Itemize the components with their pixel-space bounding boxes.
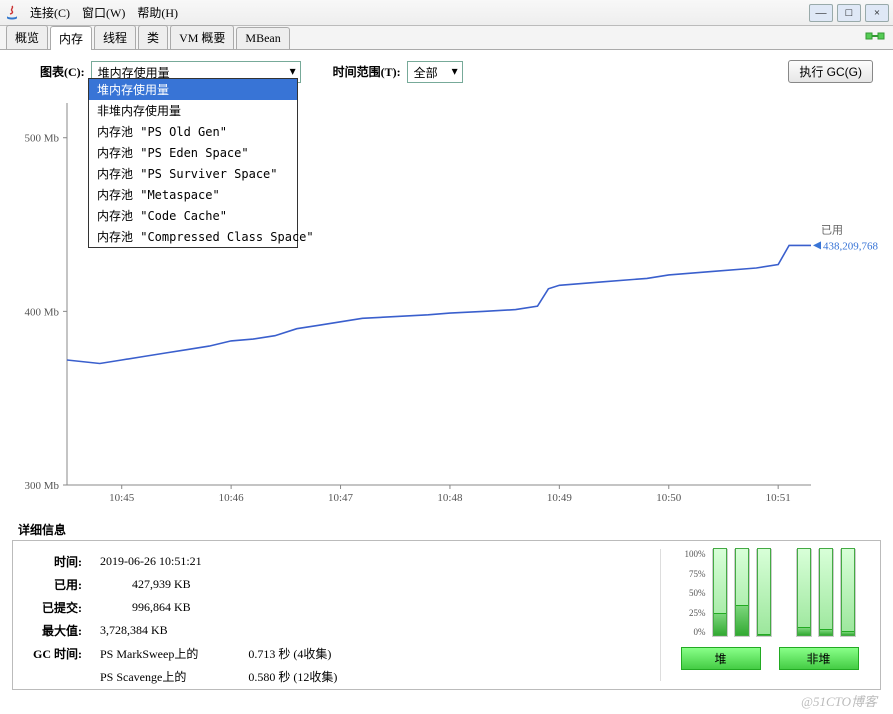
maximize-button[interactable]: □ <box>837 4 861 22</box>
detail-max-value: 3,728,384 KB <box>92 620 345 641</box>
detail-committed-value: 996,864 KB <box>92 597 345 618</box>
svg-text:已用: 已用 <box>821 224 843 236</box>
detail-gc2-value: 0.580 秒 (12收集) <box>208 666 345 687</box>
minimize-button[interactable]: — <box>809 4 833 22</box>
java-app-icon <box>4 5 20 21</box>
chart-label: 图表(C): <box>40 63 85 80</box>
details-table: 时间: 2019-06-26 10:51:21 已用: 427,939 KB 已… <box>23 549 660 681</box>
detail-used-label: 已用: <box>25 574 90 595</box>
bar-y-ticks: 100% 75% 50% 25% 0% <box>678 549 706 637</box>
tab-threads[interactable]: 线程 <box>94 25 136 49</box>
watermark: @51CTO博客 <box>801 691 877 710</box>
menu-bar: 连接(C) 窗口(W) 帮助(H) <box>26 2 809 23</box>
details-title: 详细信息 <box>18 521 893 538</box>
nonheap-bar-0[interactable] <box>796 549 812 637</box>
menu-help[interactable]: 帮助(H) <box>133 2 182 23</box>
svg-text:10:47: 10:47 <box>328 492 354 504</box>
svg-text:10:46: 10:46 <box>219 492 245 504</box>
menu-window[interactable]: 窗口(W) <box>78 2 129 23</box>
window-controls: — □ × <box>809 4 889 22</box>
title-bar: 连接(C) 窗口(W) 帮助(H) — □ × <box>0 0 893 26</box>
tab-classes[interactable]: 类 <box>138 25 168 49</box>
svg-text:438,209,768: 438,209,768 <box>823 240 879 252</box>
detail-committed-label: 已提交: <box>25 597 90 618</box>
time-range-select[interactable]: 全部 <box>407 61 463 83</box>
tab-memory[interactable]: 内存 <box>50 26 92 50</box>
option-ps-eden[interactable]: 内存池 "PS Eden Space" <box>89 142 297 163</box>
detail-gc1-name: PS MarkSweep上的 <box>92 643 206 664</box>
time-range-value: 全部 <box>414 66 438 80</box>
tab-bar: 概览 内存 线程 类 VM 概要 MBean <box>0 26 893 50</box>
detail-max-label: 最大值: <box>25 620 90 641</box>
option-nonheap[interactable]: 非堆内存使用量 <box>89 100 297 121</box>
perform-gc-button[interactable]: 执行 GC(G) <box>788 60 873 83</box>
svg-text:10:50: 10:50 <box>656 492 682 504</box>
tab-overview[interactable]: 概览 <box>6 25 48 49</box>
heap-button[interactable]: 堆 <box>681 647 761 670</box>
svg-text:500 Mb: 500 Mb <box>24 133 59 145</box>
option-ps-survivor[interactable]: 内存池 "PS Surviver Space" <box>89 163 297 184</box>
option-metaspace[interactable]: 内存池 "Metaspace" <box>89 184 297 205</box>
nonheap-bar-2[interactable] <box>840 549 856 637</box>
nonheap-bar-1[interactable] <box>818 549 834 637</box>
svg-text:10:45: 10:45 <box>109 492 135 504</box>
svg-text:10:48: 10:48 <box>437 492 463 504</box>
detail-gc1-value: 0.713 秒 (4收集) <box>208 643 345 664</box>
chart-select-dropdown[interactable]: 堆内存使用量 非堆内存使用量 内存池 "PS Old Gen" 内存池 "PS … <box>88 78 298 248</box>
connection-status-icon <box>865 29 885 47</box>
heap-bars: 100% 75% 50% 25% 0% <box>680 549 776 641</box>
option-heap[interactable]: 堆内存使用量 <box>89 79 297 100</box>
heap-bar-2[interactable] <box>756 549 772 637</box>
svg-text:400 Mb: 400 Mb <box>24 306 59 318</box>
option-ps-old-gen[interactable]: 内存池 "PS Old Gen" <box>89 121 297 142</box>
option-code-cache[interactable]: 内存池 "Code Cache" <box>89 205 297 226</box>
svg-text:300 Mb: 300 Mb <box>24 480 59 492</box>
tab-vm[interactable]: VM 概要 <box>170 25 234 49</box>
nonheap-bars <box>796 549 860 641</box>
detail-gc2-name: PS Scavenge上的 <box>92 666 206 687</box>
tab-mbean[interactable]: MBean <box>236 27 289 49</box>
memory-pool-bars: 100% 75% 50% 25% 0% <box>660 549 870 681</box>
heap-bar-0[interactable] <box>712 549 728 637</box>
detail-time-label: 时间: <box>25 551 90 572</box>
time-range-label: 时间范围(T): <box>333 63 401 80</box>
option-compressed-class[interactable]: 内存池 "Compressed Class Space" <box>89 226 297 247</box>
close-button[interactable]: × <box>865 4 889 22</box>
detail-used-value: 427,939 KB <box>92 574 345 595</box>
detail-gc-label: GC 时间: <box>25 643 90 664</box>
heap-bar-1[interactable] <box>734 549 750 637</box>
nonheap-button[interactable]: 非堆 <box>779 647 859 670</box>
detail-time-value: 2019-06-26 10:51:21 <box>92 551 345 572</box>
svg-text:10:51: 10:51 <box>766 492 791 504</box>
svg-text:10:49: 10:49 <box>547 492 573 504</box>
details-panel: 时间: 2019-06-26 10:51:21 已用: 427,939 KB 已… <box>12 540 881 690</box>
menu-connect[interactable]: 连接(C) <box>26 2 74 23</box>
